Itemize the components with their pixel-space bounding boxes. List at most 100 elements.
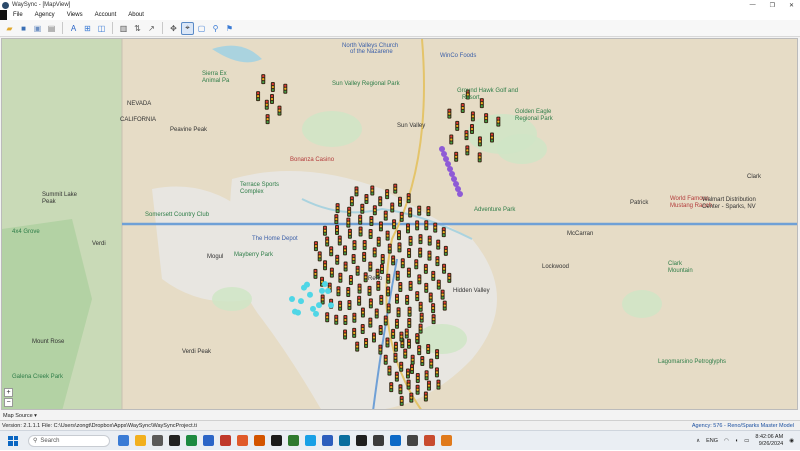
signal-amber-light [353,243,356,247]
signal-amber-light [380,298,383,302]
volume-icon[interactable]: ◖ [735,438,738,444]
taskbar-app-icon[interactable] [390,435,401,446]
signal-red-light [471,112,475,115]
signal-green-light [335,321,338,324]
add-text-icon[interactable]: A [68,23,79,34]
map-label: Sierra Ex [202,71,227,77]
taskbar-app-icon[interactable] [373,435,384,446]
signal-red-light [386,190,389,193]
taskbar-search[interactable]: ⚲ Search [28,434,110,447]
map-view[interactable]: North Valleys Church of the Nazarene Sun V… [1,38,798,410]
taskbar-app-icon[interactable] [220,435,231,446]
signal-green-light [432,310,435,313]
toolbar: ▰ ■ ▣ ▤ A ⊞ ◫ ▥ ⇅ ↗ ✥ ⌖ ▢ ⚲ ⚑ [0,20,800,37]
taskbar-app-icon[interactable] [441,435,452,446]
taskbar-app-icon[interactable] [288,435,299,446]
zoom-in-button[interactable]: + [4,388,13,397]
menu-about[interactable]: About [122,12,150,18]
language-indicator[interactable]: ENG [706,438,718,444]
location-pin-icon[interactable]: ⚑ [224,23,235,34]
map-source-dropdown[interactable]: Map Source ▾ [0,411,800,420]
signal-amber-light [407,251,411,255]
import-icon[interactable]: ▥ [118,23,129,34]
move-icon[interactable]: ✥ [168,23,179,34]
taskbar-app-icon[interactable] [118,435,129,446]
signal-amber-light [335,318,338,321]
taskbar-app-icon[interactable] [169,435,180,446]
menu-file[interactable]: File [7,12,29,18]
taskbar-app-icon[interactable] [135,435,146,446]
wifi-icon[interactable]: ◠ [724,438,729,444]
taskbar-app-icon[interactable] [407,435,418,446]
taskbar-app-icon[interactable] [305,435,316,446]
signal-green-light [379,203,382,206]
signal-green-light [416,297,419,301]
signal-green-light [337,293,340,296]
signal-amber-light [400,335,403,338]
open-folder-icon[interactable]: ▰ [4,23,15,34]
taskbar-app-icon[interactable] [356,435,367,446]
taskbar-app-icon[interactable] [271,435,282,446]
map-label: Clark [747,174,762,180]
signal-red-light [396,271,399,274]
signal-amber-light [314,245,318,248]
clock[interactable]: 8:42:06 AM 9/26/2024 [755,434,783,448]
zoom-extent-icon[interactable]: ⊞ [82,23,93,34]
signal-green-light [348,235,352,238]
signal-green-light [380,270,384,274]
signal-red-light [409,281,412,284]
signal-amber-light [344,265,347,268]
signal-red-light [405,329,408,332]
close-icon[interactable]: ✕ [789,2,794,9]
taskbar-app-icon[interactable] [254,435,265,446]
signal-amber-light [401,342,404,345]
signal-amber-light [427,384,431,387]
signal-amber-light [419,238,422,241]
signal-green-light [405,335,408,338]
signal-red-light [455,152,458,155]
notification-icon[interactable]: ◉ [789,438,794,444]
signal-amber-light [465,133,468,137]
chevron-up-icon[interactable]: ∧ [696,438,700,444]
route-icon[interactable]: ↗ [146,23,157,34]
signal-red-light [421,356,424,360]
taskbar-app-icon[interactable] [203,435,214,446]
signal-amber-light [256,95,260,98]
taskbar-app-icon[interactable] [424,435,435,446]
menu-account[interactable]: Account [89,12,123,18]
zoom-window-icon[interactable]: ▢ [196,23,207,34]
signal-amber-light [490,136,494,139]
taskbar-app-icon[interactable] [237,435,248,446]
battery-icon[interactable]: ▭ [744,438,749,444]
menu-views[interactable]: Views [61,12,89,18]
signal-green-light [427,350,430,354]
route-marker [307,291,313,298]
signal-red-light [407,268,411,271]
print-icon[interactable]: ▤ [46,23,57,34]
signal-red-light [369,229,372,233]
map-label: Lagomarsino Petroglyphs [658,359,727,365]
taskbar-app-icon[interactable] [322,435,333,446]
taskbar-app-icon[interactable] [186,435,197,446]
signal-amber-light [434,226,437,229]
layers-icon[interactable]: ◫ [96,23,107,34]
select-icon[interactable]: ⌖ [181,21,194,35]
map-canvas[interactable] [2,39,798,410]
signal-red-light [394,353,397,356]
menu-agency[interactable]: Agency [29,12,61,18]
save-icon[interactable]: ■ [18,23,29,34]
taskbar-app-icon[interactable] [339,435,350,446]
zoom-out-button[interactable]: − [4,398,13,407]
signal-green-light [284,90,287,93]
save-as-icon[interactable]: ▣ [32,23,43,34]
signal-amber-light [387,307,390,310]
taskbar-app-icon[interactable] [152,435,163,446]
signal-green-light [419,330,422,333]
windows-start-icon[interactable] [8,435,18,446]
measure-icon[interactable]: ⇅ [132,23,143,34]
pan-zoom-icon[interactable]: ⚲ [210,23,221,34]
minimize-icon[interactable]: — [750,2,756,8]
signal-amber-light [335,228,339,232]
restore-icon[interactable]: ❐ [770,2,775,9]
signal-green-light [361,330,364,334]
